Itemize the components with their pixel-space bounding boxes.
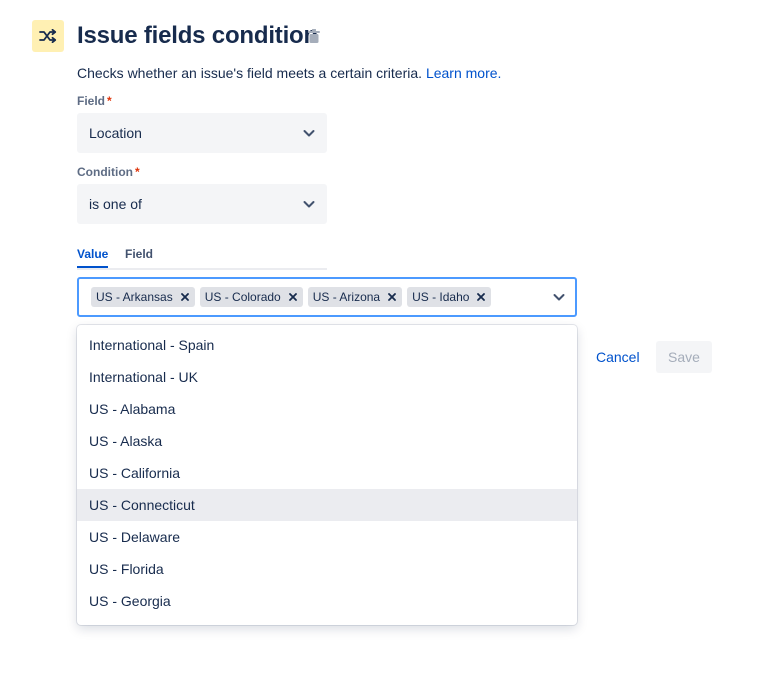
description: Checks whether an issue's field meets a … xyxy=(77,63,501,83)
condition-select-value: is one of xyxy=(89,196,142,212)
value-field-tabs: Value Field xyxy=(77,246,327,270)
dropdown-option[interactable]: International - Spain xyxy=(77,329,577,361)
dropdown-option[interactable]: US - Florida xyxy=(77,553,577,585)
value-multiselect[interactable]: US - Arkansas US - Colorado US - Arizona… xyxy=(77,277,577,317)
value-chip: US - Idaho xyxy=(407,287,492,307)
value-chip: US - Colorado xyxy=(199,287,303,307)
dropdown-option[interactable]: US - Georgia xyxy=(77,585,577,617)
tab-field[interactable]: Field xyxy=(125,246,153,262)
learn-more-link[interactable]: Learn more. xyxy=(426,65,501,81)
field-select[interactable]: Location xyxy=(77,113,327,153)
tab-value[interactable]: Value xyxy=(77,246,109,268)
trash-icon[interactable] xyxy=(307,28,321,44)
remove-chip-icon[interactable] xyxy=(287,291,299,303)
dropdown-option[interactable]: US - Connecticut xyxy=(77,489,577,521)
condition-select[interactable]: is one of xyxy=(77,184,327,224)
description-text: Checks whether an issue's field meets a … xyxy=(77,65,423,81)
chip-label: US - Colorado xyxy=(204,290,281,304)
shuffle-icon xyxy=(32,20,64,52)
remove-chip-icon[interactable] xyxy=(179,291,191,303)
field-select-value: Location xyxy=(89,125,142,141)
chevron-down-icon xyxy=(301,125,317,141)
dropdown-option[interactable]: International - UK xyxy=(77,361,577,393)
value-chip: US - Arkansas xyxy=(91,287,195,307)
condition-label-text: Condition xyxy=(77,165,133,179)
value-chip: US - Arizona xyxy=(307,287,403,307)
page-title: Issue fields condition xyxy=(77,22,318,49)
dropdown-option[interactable]: US - Alaska xyxy=(77,425,577,457)
chip-label: US - Arkansas xyxy=(96,290,173,304)
condition-label: Condition * xyxy=(77,164,140,180)
remove-chip-icon[interactable] xyxy=(475,291,487,303)
cancel-button[interactable]: Cancel xyxy=(590,341,646,373)
chevron-down-icon[interactable] xyxy=(551,289,567,305)
remove-chip-icon[interactable] xyxy=(386,291,398,303)
required-mark: * xyxy=(134,165,140,179)
save-button[interactable]: Save xyxy=(656,341,712,373)
required-mark: * xyxy=(107,94,112,108)
dropdown-option[interactable]: US - California xyxy=(77,457,577,489)
dropdown-option[interactable]: US - Delaware xyxy=(77,521,577,553)
field-label-text: Field xyxy=(77,94,106,108)
chevron-down-icon xyxy=(301,196,317,212)
chip-label: US - Arizona xyxy=(312,290,381,304)
field-label: Field * xyxy=(77,93,112,109)
chip-label: US - Idaho xyxy=(412,290,470,304)
dropdown-option[interactable]: US - Alabama xyxy=(77,393,577,425)
dropdown-menu: International - Spain International - UK… xyxy=(77,325,577,625)
